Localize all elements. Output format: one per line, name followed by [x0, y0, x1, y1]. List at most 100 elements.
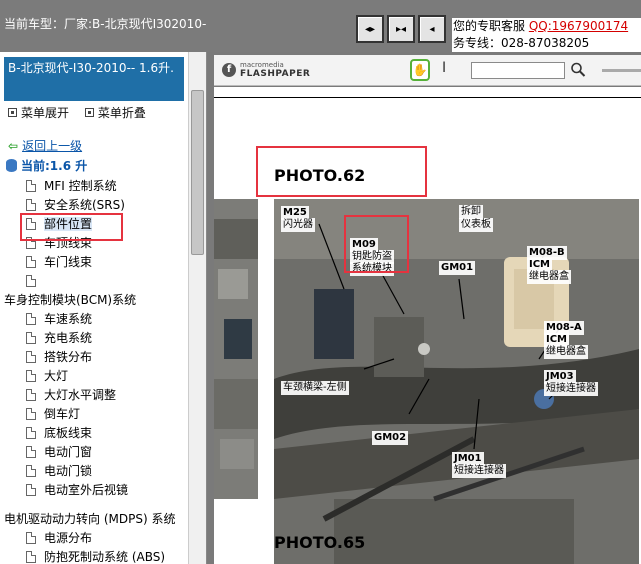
left-nav-panel: B-北京现代-I30-2010-- 1.6升. 菜单展开 菜单折叠 ⇦ 返回上一级…	[0, 52, 207, 564]
hand-tool-button[interactable]: ✋	[410, 59, 430, 81]
tree-item-label: 大灯水平调整	[44, 388, 117, 402]
document-icon	[26, 408, 36, 420]
document-viewer[interactable]: PHOTO.62 M25 闪光器 M09 钥匙防盗 系统模块 拆卸 仪表板 GM…	[214, 87, 641, 564]
collapse-menu-button[interactable]: 菜单折叠	[84, 106, 146, 120]
qq-link[interactable]: QQ:1967900174	[529, 19, 628, 33]
photo-65-title: PHOTO.65	[274, 533, 366, 552]
text-select-tool[interactable]: I	[442, 60, 452, 80]
expand-menu-button[interactable]: 菜单展开	[8, 106, 69, 120]
tree-item-label: 车速系统	[44, 312, 93, 326]
tree-item-label: 车门线束	[44, 255, 93, 269]
tree-item[interactable]: 安全系统(SRS)	[26, 196, 125, 215]
expand-label: 菜单展开	[21, 106, 70, 120]
document-icon	[26, 370, 36, 382]
label-jm01-cn: 短接连接器	[452, 464, 506, 478]
tree-item[interactable]: 车门线束	[26, 253, 92, 272]
split-icon: ▸◂	[395, 23, 407, 35]
document-icon	[26, 551, 36, 563]
tree-item-label: 电动门锁	[44, 464, 93, 478]
document-icon	[26, 389, 36, 401]
zoom-slider[interactable]	[602, 69, 641, 72]
tree-item-label: MFI 控制系统	[44, 179, 117, 193]
document-page: PHOTO.62 M25 闪光器 M09 钥匙防盗 系统模块 拆卸 仪表板 GM…	[214, 97, 641, 564]
tree-item[interactable]: 底板线束	[26, 424, 92, 443]
photo-62-title: PHOTO.62	[274, 166, 366, 185]
back-arrow-icon: ⇦	[8, 139, 19, 153]
tree-item-label: 电源分布	[44, 531, 93, 545]
back-link[interactable]: ⇦ 返回上一级	[8, 137, 82, 156]
left-scrollbar-thumb[interactable]	[191, 90, 204, 255]
top-bar: 当前车型：厂家:B-北京现代I302010- ◂▸ ▸◂ ◂ 您的专职客服 QQ…	[0, 0, 641, 52]
back-label: 返回上一级	[22, 139, 83, 153]
menu-controls: 菜单展开 菜单折叠	[8, 104, 158, 121]
service-hotline: 务专线：028-87038205	[453, 36, 590, 50]
tree-item[interactable]: 大灯水平调整	[26, 386, 116, 405]
search-icon[interactable]	[570, 61, 586, 79]
tree-item[interactable]: MFI 控制系统	[26, 177, 117, 196]
tree-section[interactable]: 电机驱动动力转向 (MDPS) 系统	[4, 510, 175, 529]
document-icon	[26, 532, 36, 544]
current-car-label: 当前车型：厂家:B-北京现代I302010-	[4, 17, 207, 31]
tree-item[interactable]: 车顶线束	[26, 234, 92, 253]
model-title: B-北京现代-I30-2010-- 1.6升.	[4, 57, 184, 101]
label-m09-cn2: 系统模块	[350, 262, 394, 276]
tree-section[interactable]: 车身控制模块(BCM)系统	[4, 291, 136, 310]
current-node: 当前:1.6 升	[6, 157, 87, 176]
database-icon	[6, 159, 17, 172]
label-m25-cn: 闪光器	[281, 218, 315, 232]
collapse-label: 菜单折叠	[97, 106, 146, 120]
tree-item[interactable]: 车速系统	[26, 310, 92, 329]
tree-item[interactable]: 大灯	[26, 367, 68, 386]
current-label: 当前:1.6 升	[21, 159, 88, 173]
search-input[interactable]	[471, 62, 565, 79]
document-icon	[26, 465, 36, 477]
document-icon	[26, 180, 36, 192]
tree-item[interactable]	[26, 272, 44, 291]
tree-item-label: 底板线束	[44, 426, 93, 440]
label-beam: 车颈横梁-左侧	[281, 381, 349, 395]
document-icon	[26, 427, 36, 439]
arrow-left-icon: ◂▸	[364, 23, 376, 35]
tree-item-label: 电动门窗	[44, 445, 93, 459]
hand-icon: ✋	[412, 63, 428, 77]
document-icon	[26, 351, 36, 363]
tree-item-label: 部件位置	[44, 217, 93, 231]
label-m08b-cn: 继电器盒	[527, 270, 571, 284]
label-jm03-cn: 短接连接器	[544, 382, 598, 396]
tree-item-label: 车顶线束	[44, 236, 93, 250]
document-icon	[26, 332, 36, 344]
prev-page-button[interactable]: ◂▸	[356, 15, 384, 43]
label-panel: 仪表板	[459, 218, 493, 232]
tree-item[interactable]: 电源分布	[26, 529, 92, 548]
next-page-button[interactable]: ◂	[418, 15, 446, 43]
tree-item[interactable]: 电动室外后视镜	[26, 481, 128, 500]
flash-icon: f	[222, 63, 236, 77]
tree-item-label: 搭铁分布	[44, 350, 93, 364]
adjacent-photo	[214, 199, 258, 499]
split-view-button[interactable]: ▸◂	[387, 15, 415, 43]
document-icon	[26, 199, 36, 211]
tree-item-label: 倒车灯	[44, 407, 81, 421]
tree-item-label: 防抱死制动系统 (ABS)	[44, 550, 166, 564]
logo-top: macromedia	[240, 61, 284, 69]
tree-item-selected[interactable]: 部件位置	[26, 215, 93, 234]
logo-bottom: FLASHPAPER	[240, 69, 311, 79]
tree-item[interactable]: 搭铁分布	[26, 348, 92, 367]
tree-item[interactable]: 倒车灯	[26, 405, 80, 424]
flashpaper-toolbar: f macromedia FLASHPAPER ✋ I	[214, 55, 641, 86]
service-label: 您的专职客服	[453, 19, 526, 33]
tree-item-label: 安全系统(SRS)	[44, 198, 125, 212]
flashpaper-logo: f macromedia FLASHPAPER	[222, 61, 312, 81]
tree-item[interactable]: 防抱死制动系统 (ABS)	[26, 548, 165, 564]
document-icon	[26, 256, 36, 268]
text-cursor-icon: I	[442, 60, 447, 76]
document-icon	[26, 446, 36, 458]
tree-item[interactable]: 电动门锁	[26, 462, 92, 481]
label-gm01: GM01	[439, 261, 476, 275]
tree-item[interactable]: 充电系统	[26, 329, 92, 348]
collapse-icon	[84, 108, 94, 117]
tree-item[interactable]: 电动门窗	[26, 443, 92, 462]
app-window: 当前车型：厂家:B-北京现代I302010- ◂▸ ▸◂ ◂ 您的专职客服 QQ…	[0, 0, 641, 564]
label-gm02: GM02	[372, 431, 409, 445]
left-scrollbar[interactable]	[188, 52, 206, 564]
